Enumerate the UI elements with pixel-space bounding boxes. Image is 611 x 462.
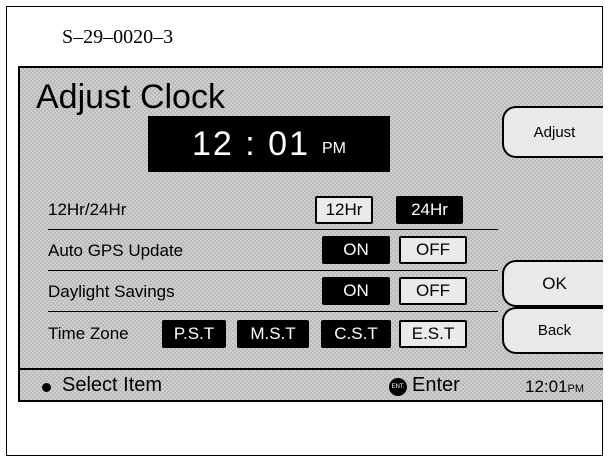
enter-label: Enter	[412, 374, 460, 396]
time-zone-pst-button[interactable]: P.S.T	[162, 320, 226, 348]
auto-gps-off-button[interactable]: OFF	[399, 236, 467, 264]
daylight-on-button[interactable]: ON	[322, 277, 390, 305]
hour-format-label: 12Hr/24Hr	[48, 199, 127, 219]
bullet-icon	[42, 383, 51, 392]
time-zone-label: Time Zone	[48, 323, 129, 343]
adjust-clock-screen: Adjust Clock 12 : 01 PM Adjust OK Back 1…	[18, 66, 603, 402]
time-display: 12 : 01 PM	[148, 116, 390, 172]
status-clock-ampm: PM	[567, 383, 585, 395]
enter-icon: ENT.	[389, 378, 407, 396]
status-clock-time: 12:01	[525, 377, 568, 396]
ok-button[interactable]: OK	[502, 260, 603, 307]
divider	[48, 311, 498, 312]
time-zone-mst-button[interactable]: M.S.T	[237, 320, 309, 348]
daylight-label: Daylight Savings	[48, 281, 175, 301]
status-clock: 12:01PM	[525, 377, 584, 397]
24hr-button[interactable]: 24Hr	[396, 196, 463, 224]
time-value: 12 : 01	[192, 124, 310, 163]
auto-gps-on-button[interactable]: ON	[322, 236, 390, 264]
daylight-off-button[interactable]: OFF	[399, 277, 467, 305]
time-zone-est-button[interactable]: E.S.T	[399, 320, 467, 348]
screen-title: Adjust Clock	[36, 78, 225, 116]
auto-gps-label: Auto GPS Update	[48, 240, 184, 260]
status-bar: Select Item ENT. Enter 12:01PM	[20, 368, 603, 400]
divider	[48, 229, 498, 230]
figure-label: S–29–0020–3	[62, 26, 174, 48]
12hr-button[interactable]: 12Hr	[315, 196, 373, 224]
select-item-label: Select Item	[62, 374, 163, 396]
time-zone-cst-button[interactable]: C.S.T	[321, 320, 391, 348]
back-button[interactable]: Back	[502, 307, 603, 354]
divider	[48, 270, 498, 271]
adjust-button[interactable]: Adjust	[502, 106, 603, 158]
time-ampm: PM	[321, 140, 346, 157]
